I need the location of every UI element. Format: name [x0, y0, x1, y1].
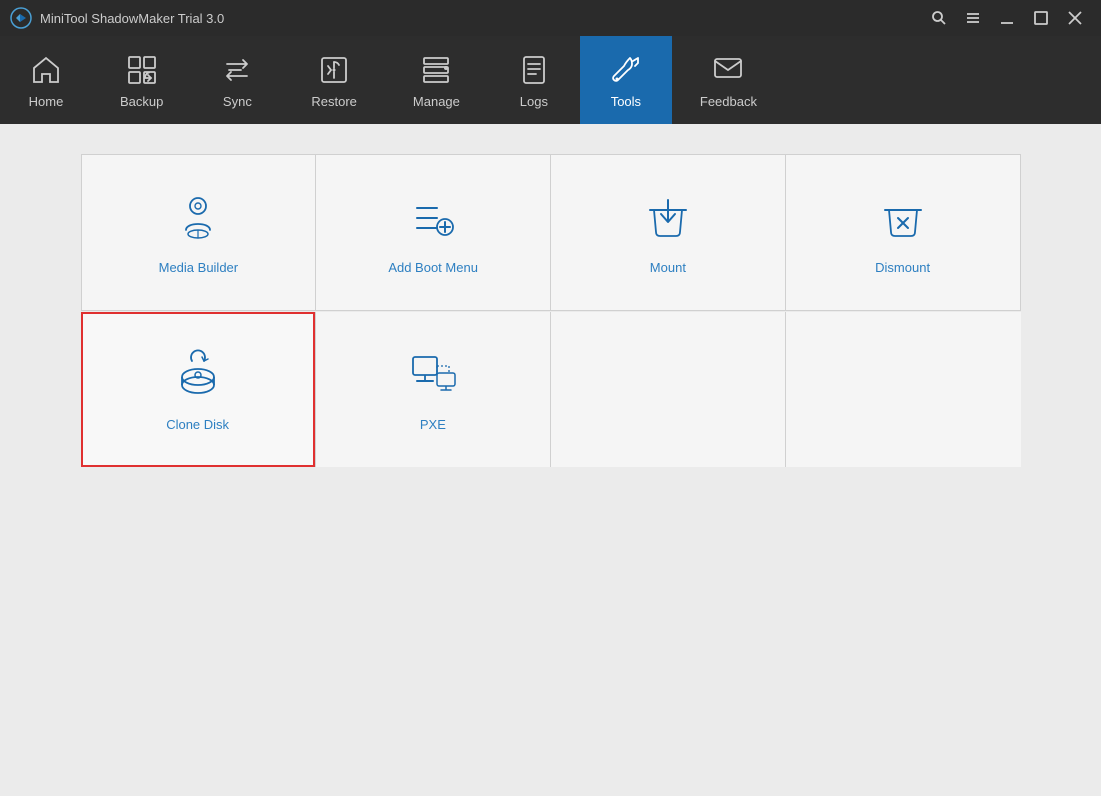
close-button[interactable]: [1059, 4, 1091, 32]
nav-tools-label: Tools: [611, 94, 641, 109]
search-button[interactable]: [923, 4, 955, 32]
dismount-card[interactable]: Dismount: [786, 155, 1020, 310]
logs-icon: [516, 52, 552, 88]
nav-logs[interactable]: Logs: [488, 36, 580, 124]
manage-icon: [418, 52, 454, 88]
feedback-icon: [710, 52, 746, 88]
nav-manage[interactable]: Manage: [385, 36, 488, 124]
add-boot-menu-card[interactable]: Add Boot Menu: [316, 155, 550, 310]
mount-label: Mount: [650, 260, 686, 275]
nav-restore[interactable]: Restore: [283, 36, 385, 124]
dismount-icon: [875, 190, 931, 246]
restore-icon: [316, 52, 352, 88]
empty-slot-4: [786, 312, 1020, 467]
menu-button[interactable]: [957, 4, 989, 32]
mount-card[interactable]: Mount: [551, 155, 785, 310]
tools-row1: Media Builder Add Boot Menu: [81, 154, 1021, 311]
nav-restore-label: Restore: [311, 94, 357, 109]
pxe-card[interactable]: PXE: [316, 312, 550, 467]
nav-backup-label: Backup: [120, 94, 163, 109]
mount-icon: [640, 190, 696, 246]
empty-slot-3: [551, 312, 785, 467]
clone-disk-card[interactable]: Clone Disk: [81, 312, 315, 467]
nav-sync[interactable]: Sync: [191, 36, 283, 124]
nav-feedback-label: Feedback: [700, 94, 757, 109]
home-icon: [28, 52, 64, 88]
media-builder-card[interactable]: Media Builder: [82, 155, 316, 310]
clone-disk-label: Clone Disk: [166, 417, 229, 432]
minimize-button[interactable]: [991, 4, 1023, 32]
backup-icon: [124, 52, 160, 88]
maximize-button[interactable]: [1025, 4, 1057, 32]
add-boot-menu-icon: [405, 190, 461, 246]
main-content: Media Builder Add Boot Menu: [0, 124, 1101, 796]
app-logo-icon: [10, 7, 32, 29]
nav-backup[interactable]: Backup: [92, 36, 191, 124]
dismount-label: Dismount: [875, 260, 930, 275]
nav-home-label: Home: [29, 94, 64, 109]
nav-tools[interactable]: Tools: [580, 36, 672, 124]
clone-disk-icon: [170, 347, 226, 403]
nav-manage-label: Manage: [413, 94, 460, 109]
nav-sync-label: Sync: [223, 94, 252, 109]
tools-row2: Clone Disk PXE: [81, 312, 1021, 467]
nav-feedback[interactable]: Feedback: [672, 36, 785, 124]
media-builder-icon: [170, 190, 226, 246]
add-boot-menu-label: Add Boot Menu: [388, 260, 478, 275]
nav-logs-label: Logs: [520, 94, 548, 109]
pxe-icon: [405, 347, 461, 403]
nav-home[interactable]: Home: [0, 36, 92, 124]
pxe-label: PXE: [420, 417, 446, 432]
window-controls: [923, 4, 1091, 32]
title-bar: MiniTool ShadowMaker Trial 3.0: [0, 0, 1101, 36]
nav-bar: Home Backup Sync: [0, 36, 1101, 124]
app-title: MiniTool ShadowMaker Trial 3.0: [40, 11, 923, 26]
tools-icon: [608, 52, 644, 88]
media-builder-label: Media Builder: [159, 260, 239, 275]
sync-icon: [219, 52, 255, 88]
